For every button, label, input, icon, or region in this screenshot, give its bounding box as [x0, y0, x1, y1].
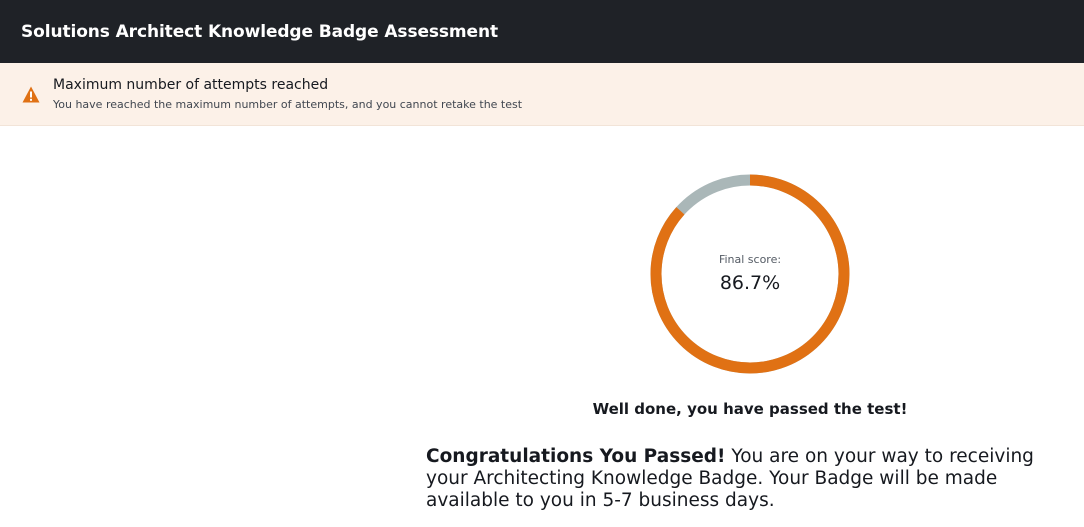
attempts-alert: Maximum number of attempts reached You h…	[0, 63, 1084, 126]
warning-triangle-icon	[22, 86, 40, 103]
congratulations-heading: Congratulations You Passed!	[426, 446, 726, 467]
score-value: 86.7%	[719, 272, 781, 294]
result-message: Well done, you have passed the test!	[592, 400, 908, 418]
alert-message: You have reached the maximum number of a…	[53, 98, 523, 111]
alert-title: Maximum number of attempts reached	[53, 77, 329, 93]
page-title: Solutions Architect Knowledge Badge Asse…	[21, 21, 499, 42]
score-label: Final score:	[718, 253, 782, 266]
page-header: Solutions Architect Knowledge Badge Asse…	[0, 0, 1084, 63]
congratulations-text: Congratulations You Passed! You are on y…	[426, 446, 1071, 512]
